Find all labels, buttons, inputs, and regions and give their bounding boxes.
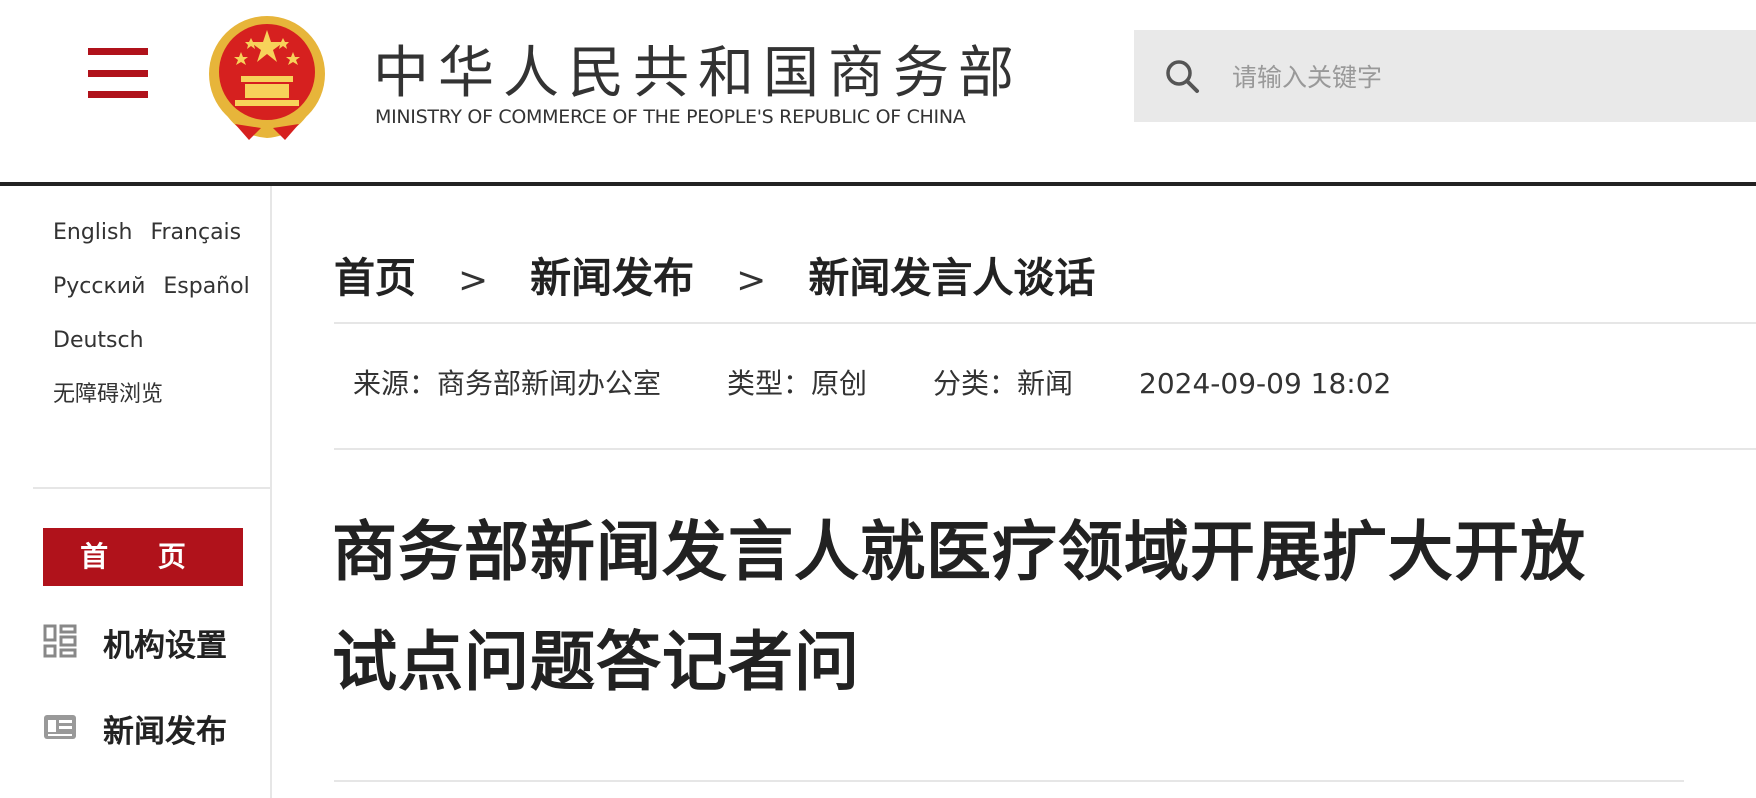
divider	[334, 780, 1684, 782]
lang-english-link[interactable]: English	[53, 220, 132, 245]
language-links: English Français Русский Español Deutsch 无…	[53, 216, 268, 432]
breadcrumb-separator: >	[736, 260, 767, 301]
breadcrumb: 首页 > 新闻发布 > 新闻发言人谈话	[334, 244, 1095, 304]
divider	[334, 448, 1756, 450]
language-row: English Français	[53, 216, 268, 270]
menu-bar	[88, 48, 148, 55]
article-title: 商务部新闻发言人就医疗领域开展扩大开放试点问题答记者问	[332, 515, 1587, 700]
menu-bar	[88, 70, 148, 77]
sidebar-item-news[interactable]: 新闻发布	[43, 702, 273, 752]
national-emblem-logo[interactable]	[205, 14, 329, 142]
sidebar-item-label: 新闻发布	[103, 714, 227, 750]
site-header: 中华人民共和国商务部 MINISTRY OF COMMERCE OF THE P…	[0, 0, 1756, 186]
grid-icon	[43, 624, 77, 658]
article-datetime: 2024-09-09 18:02	[1139, 367, 1392, 400]
ministry-name-cn: 中华人民共和国商务部	[373, 41, 1023, 106]
ministry-name-en: MINISTRY OF COMMERCE OF THE PEOPLE'S REP…	[375, 106, 966, 128]
accessibility-link[interactable]: 无障碍浏览	[53, 382, 163, 407]
language-row: Deutsch	[53, 324, 268, 378]
sidebar-item-organization[interactable]: 机构设置	[43, 616, 273, 666]
lang-russian-link[interactable]: Русский	[53, 274, 145, 299]
language-row: 无障碍浏览	[53, 378, 268, 432]
lang-french-link[interactable]: Français	[150, 220, 241, 245]
sidebar: English Français Русский Español Deutsch 无…	[0, 186, 272, 798]
search-box	[1134, 30, 1756, 122]
language-row: Русский Español	[53, 270, 268, 324]
lang-german-link[interactable]: Deutsch	[53, 328, 144, 353]
sidebar-divider	[33, 487, 270, 489]
lang-spanish-link[interactable]: Español	[163, 274, 249, 299]
article-main: 首页 > 新闻发布 > 新闻发言人谈话 来源：商务部新闻办公室 类型：原创 分类：新闻 202…	[272, 186, 1756, 798]
article-source: 来源：商务部新闻办公室	[353, 367, 662, 400]
sidebar-home-button[interactable]: 首 页	[43, 528, 243, 586]
search-icon[interactable]	[1164, 58, 1200, 94]
article-type: 类型：原创	[727, 367, 868, 400]
breadcrumb-spokesperson[interactable]: 新闻发言人谈话	[808, 254, 1095, 302]
menu-bar	[88, 91, 148, 98]
breadcrumb-separator: >	[458, 260, 489, 301]
sidebar-item-label: 机构设置	[103, 628, 227, 664]
newspaper-icon	[44, 715, 76, 739]
breadcrumb-home[interactable]: 首页	[334, 254, 416, 302]
article-meta: 来源：商务部新闻办公室 类型：原创 分类：新闻 2024-09-09 18:02	[353, 362, 1391, 402]
search-input[interactable]	[1230, 50, 1734, 104]
divider	[334, 322, 1756, 324]
breadcrumb-news[interactable]: 新闻发布	[530, 254, 694, 302]
hamburger-menu-icon[interactable]	[88, 48, 148, 98]
article-category: 分类：新闻	[933, 367, 1074, 400]
